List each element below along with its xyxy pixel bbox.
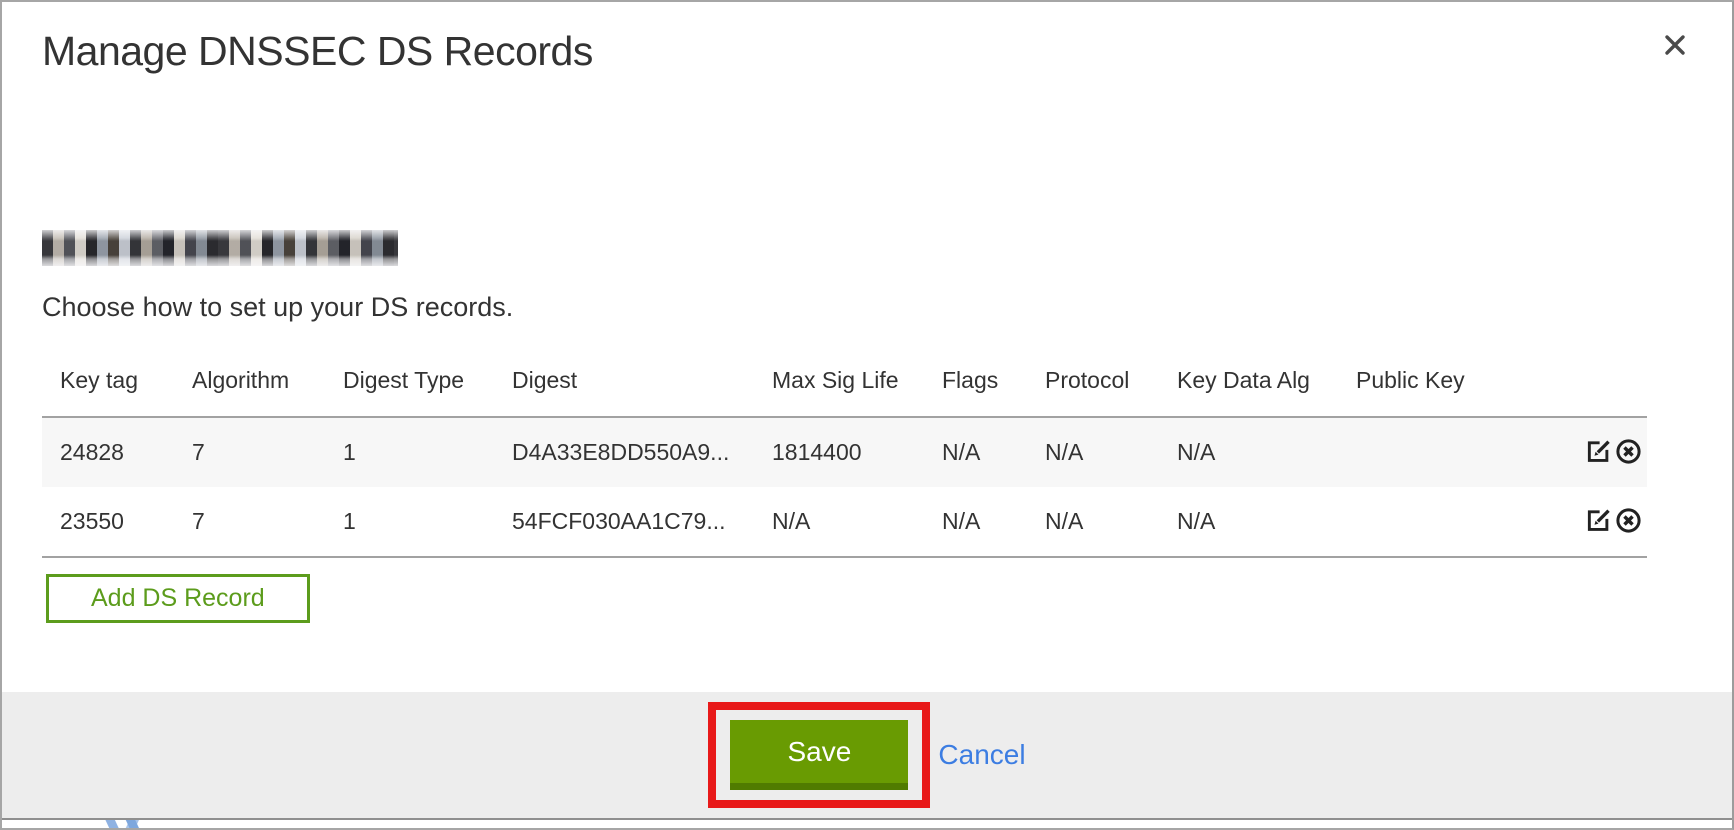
ds-records-table: Key tag Algorithm Digest Type Digest Max… [42, 343, 1647, 558]
cell-key-tag: 23550 [42, 487, 174, 557]
col-header-digest: Digest [494, 343, 754, 417]
cell-digest: 54FCF030AA1C79... [494, 487, 754, 557]
domain-name-redacted [42, 230, 398, 266]
col-header-protocol: Protocol [1027, 343, 1159, 417]
edit-icon [1584, 506, 1613, 535]
delete-record-button[interactable] [1614, 437, 1643, 469]
save-button-annotation: Save [708, 702, 930, 808]
cell-max-sig-life: 1814400 [754, 417, 924, 487]
col-header-actions [1557, 343, 1647, 417]
cell-key-data-alg: N/A [1159, 417, 1338, 487]
table-row: 23550 7 1 54FCF030AA1C79... N/A N/A N/A … [42, 487, 1647, 557]
background-logo-fragment [98, 820, 162, 828]
cell-flags: N/A [924, 417, 1027, 487]
cell-algorithm: 7 [174, 417, 325, 487]
cell-digest-type: 1 [325, 417, 494, 487]
cell-key-data-alg: N/A [1159, 487, 1338, 557]
instructions-text: Choose how to set up your DS records. [42, 292, 1647, 323]
page-title: Manage DNSSEC DS Records [42, 28, 593, 75]
cell-flags: N/A [924, 487, 1027, 557]
table-row: 24828 7 1 D4A33E8DD550A9... 1814400 N/A … [42, 417, 1647, 487]
cell-public-key [1338, 487, 1557, 557]
col-header-algorithm: Algorithm [174, 343, 325, 417]
edit-record-button[interactable] [1584, 437, 1613, 469]
col-header-key-data-alg: Key Data Alg [1159, 343, 1338, 417]
col-header-digest-type: Digest Type [325, 343, 494, 417]
cancel-link[interactable]: Cancel [938, 739, 1025, 771]
col-header-flags: Flags [924, 343, 1027, 417]
delete-icon [1614, 506, 1643, 535]
cell-max-sig-life: N/A [754, 487, 924, 557]
table-header-row: Key tag Algorithm Digest Type Digest Max… [42, 343, 1647, 417]
edit-icon [1584, 437, 1613, 466]
cell-public-key [1338, 417, 1557, 487]
modal-footer: Save Cancel [2, 692, 1732, 820]
background-page-strip [2, 820, 1732, 828]
cell-protocol: N/A [1027, 487, 1159, 557]
cell-actions [1557, 487, 1647, 557]
col-header-public-key: Public Key [1338, 343, 1557, 417]
manage-dnssec-modal: Manage DNSSEC DS Records Choose how to s… [0, 0, 1734, 830]
add-ds-record-button[interactable]: Add DS Record [46, 574, 310, 623]
delete-icon [1614, 437, 1643, 466]
col-header-key-tag: Key tag [42, 343, 174, 417]
cell-protocol: N/A [1027, 417, 1159, 487]
save-button[interactable]: Save [730, 720, 908, 790]
close-icon [1660, 30, 1690, 60]
close-button[interactable] [1658, 28, 1692, 62]
col-header-max-sig-life: Max Sig Life [754, 343, 924, 417]
edit-record-button[interactable] [1584, 506, 1613, 538]
delete-record-button[interactable] [1614, 506, 1643, 538]
cell-algorithm: 7 [174, 487, 325, 557]
cell-key-tag: 24828 [42, 417, 174, 487]
cell-digest: D4A33E8DD550A9... [494, 417, 754, 487]
modal-body: Choose how to set up your DS records. Ke… [42, 230, 1647, 623]
cell-actions [1557, 417, 1647, 487]
cell-digest-type: 1 [325, 487, 494, 557]
